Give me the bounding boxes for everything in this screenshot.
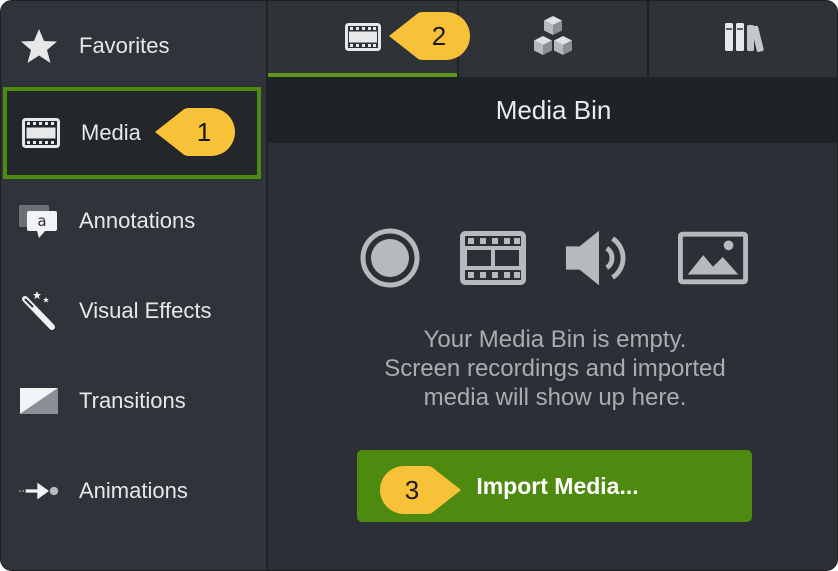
star-icon [19, 26, 59, 66]
record-circle-icon [355, 223, 425, 293]
callout-badge: 2 [389, 11, 471, 61]
empty-line: Your Media Bin is empty. [423, 326, 687, 353]
empty-state-message: Your Media Bin is empty. Screen recordin… [268, 325, 837, 412]
annotation-bubble-icon: a [19, 201, 59, 241]
callout-badge: 1 [155, 106, 237, 158]
magic-wand-icon [19, 291, 59, 331]
callout-number: 3 [404, 474, 420, 505]
callout-number: 1 [196, 116, 212, 147]
media-type-icons [268, 223, 837, 293]
transition-icon [19, 381, 59, 421]
callout-number: 2 [431, 20, 447, 51]
media-bin-panel: Your Media Bin is empty. Screen recordin… [268, 143, 837, 570]
tab-library-assets[interactable] [459, 1, 647, 77]
tab-library[interactable] [649, 1, 837, 77]
cubes-icon [528, 15, 578, 63]
sidebar-item-label: Annotations [79, 208, 196, 233]
svg-text:a: a [37, 212, 46, 230]
panel-title: Media Bin [268, 77, 837, 143]
sidebar-item-label: Visual Effects [79, 298, 212, 323]
sidebar-item-transitions[interactable]: Transitions [1, 356, 266, 446]
callout-badge: 3 [379, 465, 461, 515]
sidebar: Favorites Media a Annotations Visual Eff… [1, 1, 268, 570]
film-icon [458, 223, 528, 293]
sidebar-item-label: Favorites [79, 33, 170, 58]
film-icon [344, 22, 381, 56]
animation-arrow-icon [19, 471, 59, 511]
sidebar-item-label: Animations [79, 478, 188, 503]
sidebar-item-label: Media [81, 120, 141, 145]
library-books-icon [723, 21, 765, 58]
sidebar-item-label: Transitions [79, 388, 186, 413]
sidebar-item-animations[interactable]: Animations [1, 446, 266, 536]
sidebar-item-favorites[interactable]: Favorites [1, 1, 266, 91]
sidebar-item-annotations[interactable]: a Annotations [1, 176, 266, 266]
empty-line: Screen recordings and imported [384, 355, 726, 382]
image-icon [678, 223, 748, 293]
audio-speaker-icon [564, 223, 634, 293]
sidebar-item-visual-effects[interactable]: Visual Effects [1, 266, 266, 356]
film-icon [21, 113, 61, 153]
empty-line: media will show up here. [423, 384, 687, 411]
tab-bar [268, 1, 837, 77]
app-window: Favorites Media a Annotations Visual Eff… [0, 0, 838, 571]
